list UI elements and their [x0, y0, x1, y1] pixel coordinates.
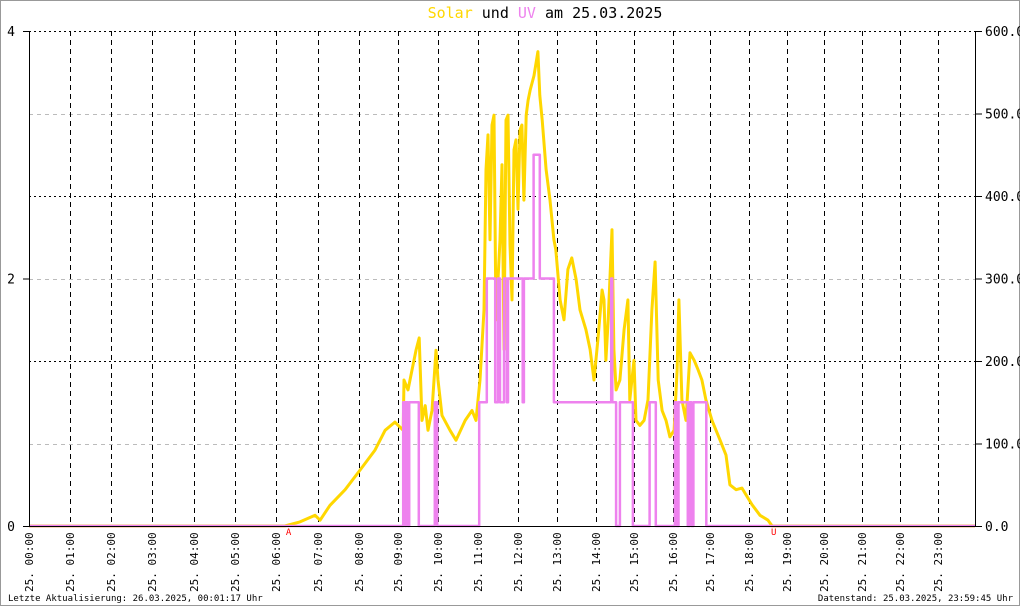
- x-tick-label: 25. 20:00: [818, 532, 831, 592]
- left-tick-label: 4: [7, 25, 15, 40]
- axes: 0 2 4 0.0 100.0 200.0 300.0 400.0 500.0 600.0 25. …: [7, 25, 1020, 592]
- x-tick-label: 25. 14:00: [590, 532, 603, 592]
- x-tick-label: 25. 07:00: [312, 532, 325, 592]
- x-tick-label: 25. 21:00: [856, 532, 869, 592]
- left-tick-label: 2: [7, 273, 15, 288]
- chart-svg: Solar und UV am 25.03.2025 0 2 4 0.0 100.0 20…: [0, 0, 1020, 606]
- marker-u: U: [771, 528, 776, 538]
- x-tick-label: 25. 19:00: [781, 532, 794, 592]
- x-tick-label: 25. 02:00: [105, 532, 118, 592]
- x-tick-label: 25. 00:00: [23, 532, 36, 592]
- chart-frame: [0, 0, 1020, 606]
- title-uv: UV: [518, 4, 536, 22]
- right-tick-label: 300.0: [985, 273, 1020, 288]
- right-tick-label: 200.0: [985, 355, 1020, 370]
- x-tick-label: 25. 06:00: [270, 532, 283, 592]
- right-tick-label: 600.0: [985, 25, 1020, 40]
- x-tick-label: 25. 22:00: [894, 532, 907, 592]
- series-solar-line: [29, 50, 975, 528]
- chart-title: Solar und UV am 25.03.2025: [428, 4, 663, 22]
- x-tick-label: 25. 10:00: [432, 532, 445, 592]
- solar-uv-chart: Solar und UV am 25.03.2025 0 2 4 0.0 100.0 20…: [0, 0, 1020, 606]
- right-tick-label: 0.0: [985, 520, 1008, 535]
- x-tick-label: 25. 23:00: [932, 532, 945, 592]
- x-tick-label: 25. 08:00: [353, 532, 366, 592]
- x-tick-label: 25. 03:00: [146, 532, 159, 592]
- x-tick-label: 25. 01:00: [64, 532, 77, 592]
- right-tick-label: 400.0: [985, 190, 1020, 205]
- x-tick-label: 25. 16:00: [667, 532, 680, 592]
- x-tick-label: 25. 09:00: [392, 532, 405, 592]
- right-tick-label: 500.0: [985, 108, 1020, 123]
- title-solar: Solar: [428, 4, 473, 22]
- series-layer: [29, 50, 975, 528]
- x-tick-label: 25. 12:00: [512, 532, 525, 592]
- footer-last-update: Letzte Aktualisierung: 26.03.2025, 00:01…: [8, 594, 263, 604]
- x-tick-label: 25. 13:00: [551, 532, 564, 592]
- title-date: am 25.03.2025: [545, 4, 662, 22]
- x-tick-label: 25. 05:00: [229, 532, 242, 592]
- x-tick-label: 25. 17:00: [704, 532, 717, 592]
- x-tick-label: 25. 04:00: [188, 532, 201, 592]
- marker-a: A: [286, 528, 292, 538]
- title-und: und: [482, 4, 509, 22]
- x-tick-label: 25. 11:00: [472, 532, 485, 592]
- x-tick-label: 25. 15:00: [628, 532, 641, 592]
- footer-data-state: Datenstand: 25.03.2025, 23:59:45 Uhr: [818, 594, 1014, 604]
- x-tick-label: 25. 18:00: [743, 532, 756, 592]
- right-tick-label: 100.0: [985, 438, 1020, 453]
- left-tick-label: 0: [7, 520, 15, 535]
